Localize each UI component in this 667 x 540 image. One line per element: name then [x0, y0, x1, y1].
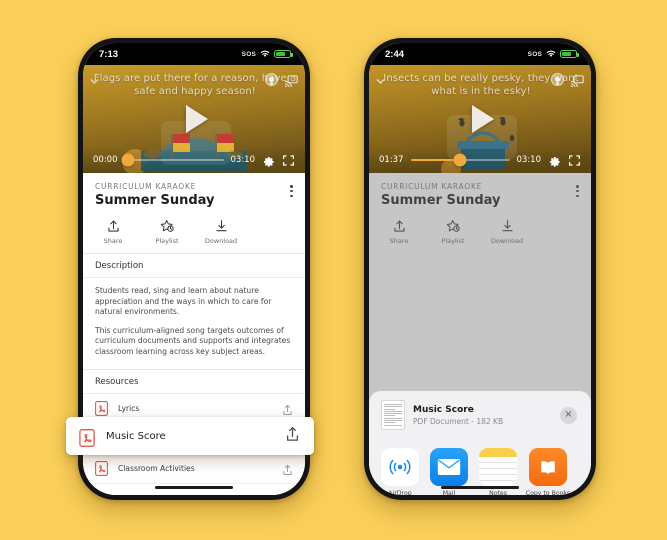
status-indicators: SOS	[527, 49, 579, 59]
mail-icon	[430, 448, 468, 486]
phone-right: 2:44 SOS Insects can be really pesky, th…	[364, 38, 596, 500]
account-circle-icon[interactable]	[265, 73, 278, 86]
cast-icon[interactable]	[570, 74, 584, 88]
detail-content-right: CURRICULUM KARAOKE Summer Sunday Share P…	[369, 173, 591, 495]
sos-indicator: SOS	[241, 50, 256, 58]
gear-icon[interactable]	[548, 154, 561, 167]
share-sheet-file-meta: Music Score PDF Document - 182 KB	[413, 405, 552, 426]
status-bar-right: 2:44 SOS	[369, 43, 591, 65]
highlighted-music-score-row[interactable]: Music Score	[66, 417, 314, 455]
share-upload-icon[interactable]	[282, 403, 293, 415]
video-meta-left: CURRICULUM KARAOKE Summer Sunday	[83, 173, 305, 212]
action-row-left: Share Playlist Download	[83, 212, 305, 253]
download-label: Download	[204, 237, 238, 245]
playlist-label: Playlist	[155, 237, 179, 245]
airdrop-icon	[381, 448, 419, 486]
description-heading: Description	[83, 253, 305, 278]
page-title: Summer Sunday	[95, 193, 215, 208]
player-top-icons-left	[265, 73, 298, 88]
fullscreen-icon[interactable]	[568, 154, 581, 167]
share-target-label: Mail	[442, 490, 456, 495]
resource-name: Classroom Activities	[118, 464, 195, 473]
playlist-button[interactable]: Playlist	[151, 219, 183, 245]
pdf-icon	[95, 401, 108, 416]
resource-name: Music Score	[106, 430, 166, 442]
player-controls-right[interactable]: 01:37 03:10	[369, 147, 591, 173]
share-target-airdrop[interactable]: AirDrop	[381, 448, 419, 495]
resource-row-classroom-activities[interactable]: Classroom Activities	[83, 454, 305, 484]
share-button[interactable]: Share	[97, 219, 129, 245]
play-icon[interactable]	[458, 97, 502, 141]
current-time: 00:00	[93, 155, 118, 165]
video-player-left[interactable]: Flags are put there for a reason, have a…	[83, 65, 305, 173]
share-target-label: AirDrop	[388, 490, 412, 495]
document-thumbnail	[381, 400, 405, 430]
status-time: 7:13	[99, 48, 119, 60]
battery-icon	[560, 49, 579, 59]
pdf-icon	[95, 461, 108, 476]
share-target-label: Notes	[489, 490, 507, 495]
phone-right-screen: 2:44 SOS Insects can be really pesky, th…	[369, 43, 591, 495]
resource-name: Lyrics	[118, 404, 140, 413]
share-upload-icon[interactable]	[282, 463, 293, 475]
share-upload-icon[interactable]	[285, 426, 300, 447]
home-indicator	[441, 485, 519, 489]
share-target-label: Copy to Books	[525, 490, 571, 495]
video-player-right[interactable]: Insects can be really pesky, they want w…	[369, 65, 591, 173]
chevron-down-icon[interactable]	[89, 74, 100, 85]
duration: 03:10	[230, 155, 256, 165]
resources-heading: Resources	[83, 369, 305, 394]
description-paragraph: This curriculum-aligned song targets out…	[95, 325, 291, 356]
share-sheet-file-name: Music Score	[413, 404, 474, 415]
status-indicators: SOS	[241, 49, 293, 59]
share-sheet-file-header: Music Score PDF Document - 182 KB ×	[377, 391, 583, 439]
fullscreen-icon[interactable]	[282, 154, 295, 167]
chevron-down-icon[interactable]	[375, 74, 386, 85]
player-controls-left[interactable]: 00:00 03:10	[83, 147, 305, 173]
wifi-icon	[546, 50, 556, 58]
status-time: 2:44	[385, 48, 405, 60]
download-button[interactable]: Download	[205, 219, 237, 245]
notes-icon	[479, 448, 517, 486]
description-body: Students read, sing and learn about natu…	[83, 278, 305, 369]
status-bar-left: 7:13 SOS	[83, 43, 305, 65]
duration: 03:10	[516, 155, 542, 165]
home-indicator	[155, 485, 233, 489]
kebab-menu-icon[interactable]	[290, 185, 293, 199]
gear-icon[interactable]	[262, 154, 275, 167]
play-icon[interactable]	[172, 97, 216, 141]
current-time: 01:37	[379, 155, 404, 165]
share-sheet: Music Score PDF Document - 182 KB × AirD…	[369, 391, 591, 495]
progress-slider[interactable]	[121, 153, 224, 167]
share-label: Share	[103, 237, 123, 245]
share-sheet-file-subtitle: PDF Document - 182 KB	[413, 416, 504, 426]
sos-indicator: SOS	[527, 50, 542, 58]
cast-icon[interactable]	[284, 74, 298, 88]
series-kicker: CURRICULUM KARAOKE	[95, 182, 197, 191]
pdf-icon	[79, 428, 95, 447]
wifi-icon	[260, 50, 270, 58]
player-top-icons-right	[551, 73, 584, 88]
battery-icon	[274, 49, 293, 59]
description-paragraph: Students read, sing and learn about natu…	[95, 286, 272, 316]
account-circle-icon[interactable]	[551, 73, 564, 86]
progress-slider[interactable]	[410, 153, 510, 167]
books-icon	[529, 448, 567, 486]
close-icon[interactable]: ×	[560, 406, 577, 424]
share-target-copy-to-books[interactable]: Copy to Books	[525, 448, 571, 495]
